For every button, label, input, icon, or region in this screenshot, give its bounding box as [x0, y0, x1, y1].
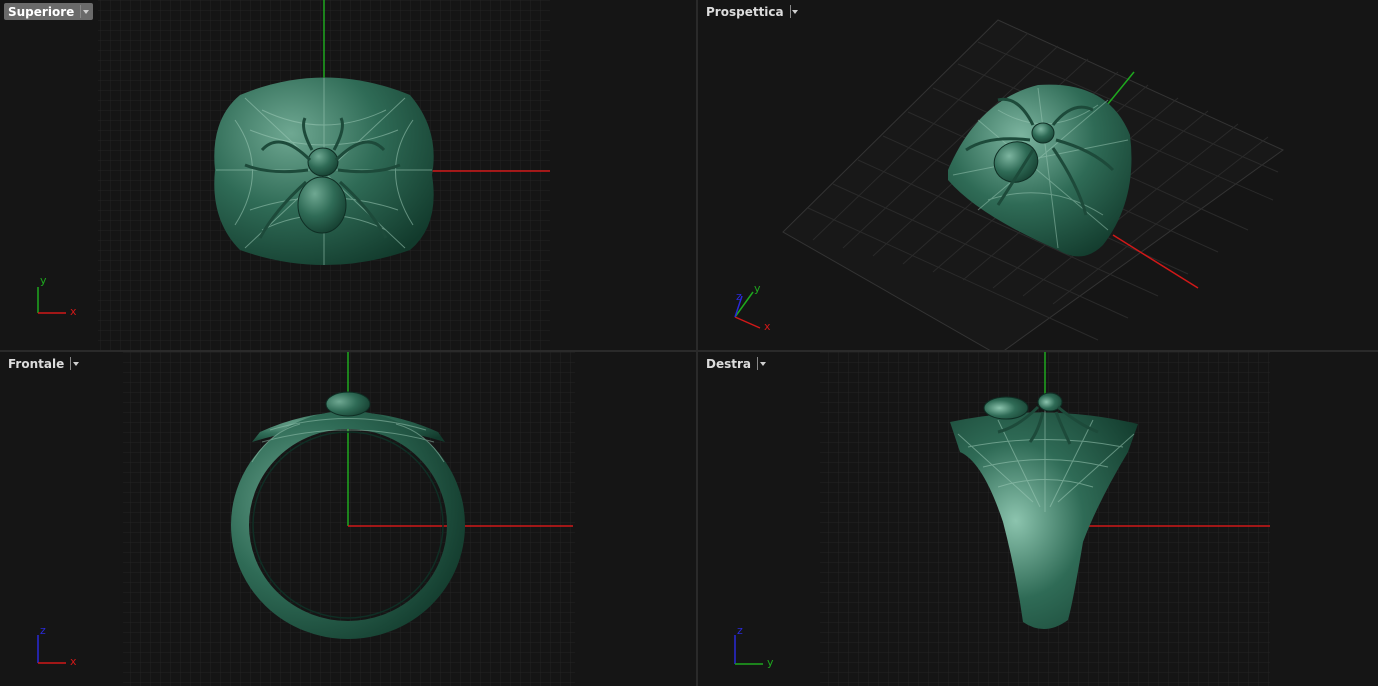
axis-triad — [37, 635, 66, 664]
axis-triad — [734, 635, 763, 665]
front-scene: z x — [37, 352, 575, 686]
chevron-down-icon[interactable] — [80, 5, 90, 18]
axis-label-h: x — [70, 655, 77, 668]
viewport-title-label: Destra — [706, 356, 751, 371]
axis-label-v: z — [40, 624, 46, 637]
viewport-title-perspective[interactable]: Prospettica — [702, 3, 803, 20]
viewport-title-top[interactable]: Superiore — [4, 3, 94, 20]
axis-label-h: y — [767, 656, 774, 669]
axis-label-h: x — [70, 305, 77, 318]
axis-label-v: y — [40, 274, 47, 287]
chevron-down-icon[interactable] — [757, 357, 767, 370]
axis-triad — [37, 287, 66, 314]
viewport-perspective[interactable]: x y z Prospettica — [698, 0, 1378, 350]
viewport-title-front[interactable]: Frontale — [4, 355, 83, 372]
top-scene: y x — [37, 0, 550, 350]
viewport-layout: y x Superiore x y z Prospettica z x Fron… — [0, 0, 1378, 686]
viewport-title-label: Frontale — [8, 356, 65, 371]
axis-label-v: z — [737, 624, 743, 637]
axis-label-y: y — [754, 282, 761, 295]
chevron-down-icon[interactable] — [789, 5, 800, 18]
perspective-scene: x y z — [734, 19, 1284, 350]
viewport-top[interactable]: y x Superiore — [0, 0, 696, 350]
axis-label-x: x — [764, 320, 771, 333]
viewport-front[interactable]: z x Frontale — [0, 352, 696, 686]
viewport-title-label: Superiore — [8, 4, 75, 19]
right-scene: z y — [734, 352, 1270, 686]
axis-label-z: z — [736, 290, 742, 303]
viewport-right[interactable]: z y Destra — [698, 352, 1378, 686]
viewport-title-right[interactable]: Destra — [702, 355, 770, 372]
viewport-title-label: Prospettica — [706, 4, 784, 19]
chevron-down-icon[interactable] — [70, 357, 80, 370]
ring-model[interactable] — [214, 77, 434, 266]
